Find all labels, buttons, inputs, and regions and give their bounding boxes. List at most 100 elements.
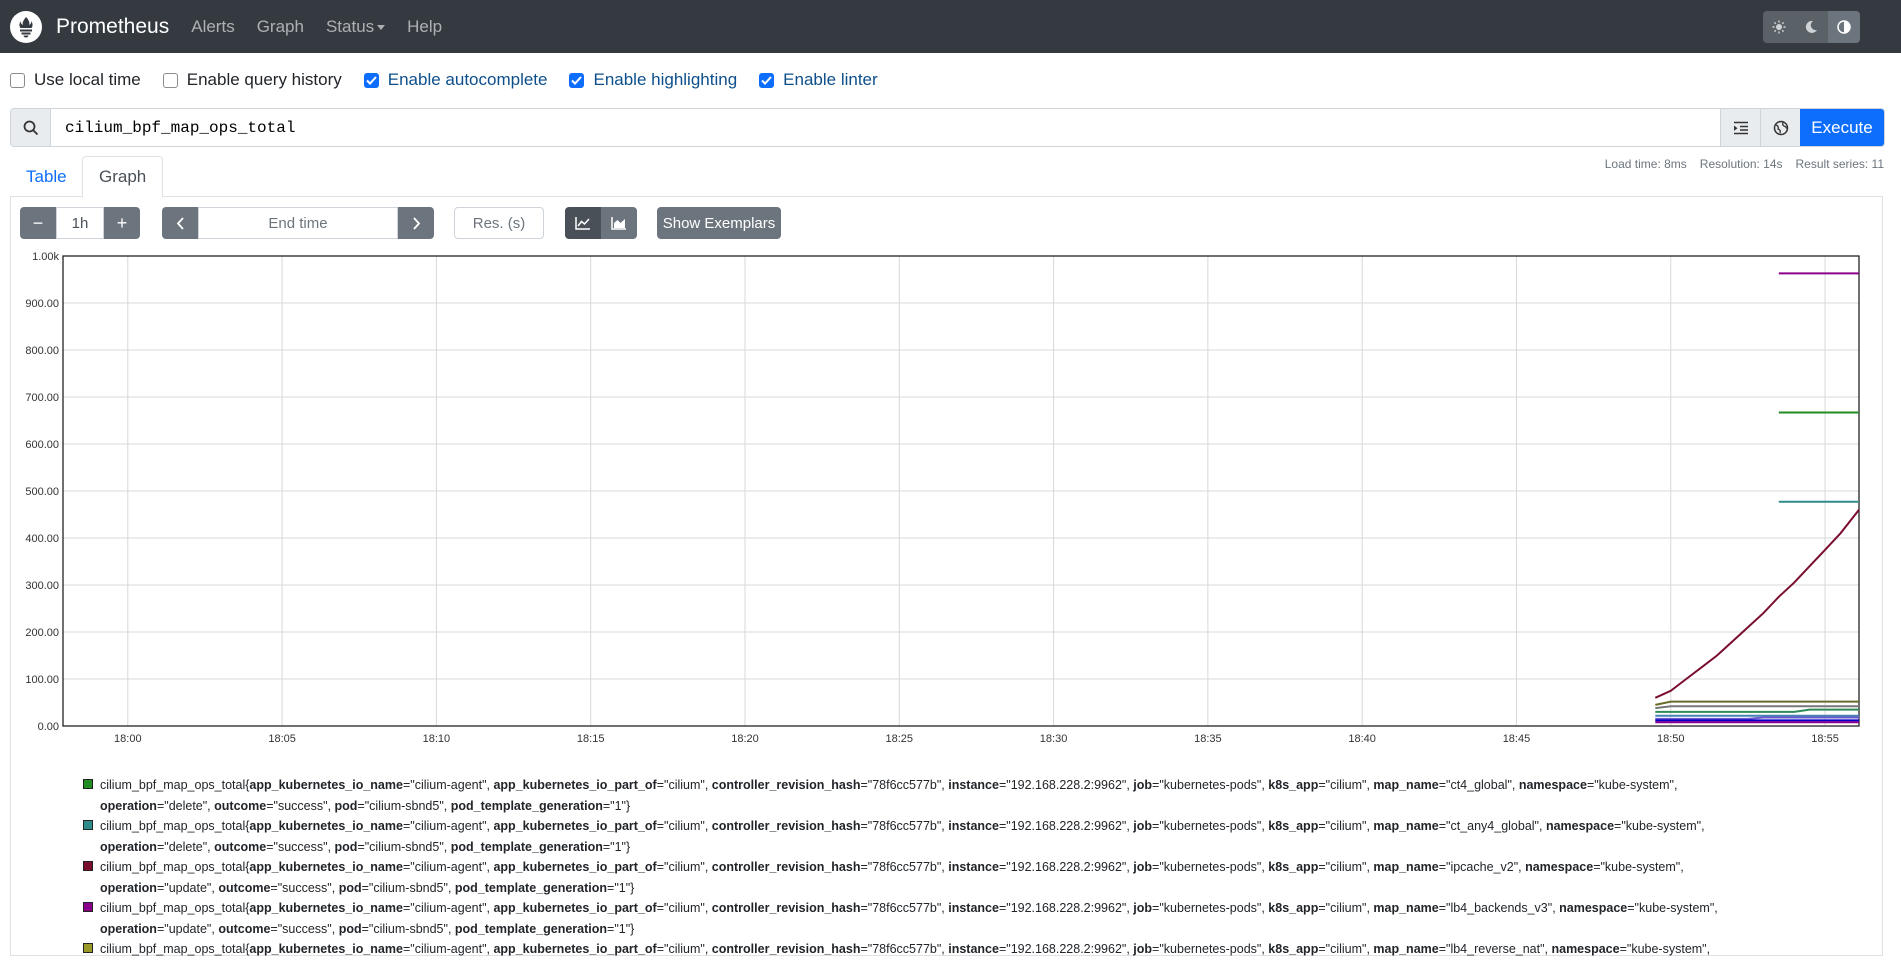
- legend-label-key: operation: [100, 839, 157, 854]
- x-tick-label: 18:35: [1194, 733, 1222, 745]
- legend-label-value: ="kubernetes-pods",: [1152, 778, 1269, 792]
- nav-alerts[interactable]: Alerts: [191, 17, 234, 37]
- execute-button[interactable]: Execute: [1800, 109, 1884, 146]
- nav-help[interactable]: Help: [407, 17, 442, 37]
- legend-label-key: pod: [338, 880, 362, 895]
- legend-label-value: ="cilium",: [1318, 901, 1374, 915]
- sun-icon: [1772, 20, 1786, 34]
- legend-label-key: operation: [100, 798, 157, 813]
- enable-highlighting-checkbox[interactable]: [569, 72, 585, 88]
- check-icon: [761, 75, 772, 85]
- legend-swatch: [83, 779, 93, 789]
- legend-swatch: [83, 943, 93, 953]
- enable-autocomplete-checkbox[interactable]: [363, 72, 379, 88]
- legend-label-value: ="success",: [270, 921, 339, 936]
- decrease-range-button[interactable]: −: [20, 207, 56, 239]
- legend-metric-name: cilium_bpf_map_ops_total{: [100, 860, 250, 874]
- legend-item[interactable]: cilium_bpf_map_ops_total{app_kubernetes_…: [83, 939, 1783, 960]
- show-exemplars-button[interactable]: Show Exemplars: [657, 207, 781, 239]
- legend-label-value: ="cilium-sbnd5",: [357, 798, 451, 813]
- legend-item[interactable]: cilium_bpf_map_ops_total{app_kubernetes_…: [83, 898, 1783, 939]
- light-theme-button[interactable]: [1763, 11, 1796, 43]
- legend-label-key: namespace: [1525, 860, 1594, 874]
- nav-graph[interactable]: Graph: [257, 17, 304, 37]
- legend-label-key: app_kubernetes_io_part_of: [493, 942, 657, 956]
- use-local-time-label: Use local time: [34, 70, 141, 89]
- format-expression-button[interactable]: [1720, 109, 1760, 146]
- legend-label-key: map_name: [1373, 778, 1439, 792]
- legend-label-value: ="kube-system",: [1586, 778, 1678, 792]
- moon-icon: [1806, 20, 1818, 33]
- nav-status-label: Status: [325, 16, 375, 36]
- check-icon: [366, 75, 377, 85]
- resolution-input[interactable]: Res. (s): [454, 207, 544, 239]
- legend-label-key: instance: [948, 942, 999, 956]
- legend-item[interactable]: cilium_bpf_map_ops_total{app_kubernetes_…: [83, 816, 1783, 857]
- area-chart-icon: [611, 217, 626, 230]
- check-icon: [571, 75, 583, 85]
- use-local-time-checkbox[interactable]: [10, 72, 25, 88]
- legend-label-value: ="ct_any4_global",: [1438, 819, 1546, 833]
- x-tick-label: 18:05: [268, 733, 296, 745]
- navbar: Prometheus Alerts Graph Status Help: [0, 0, 1901, 53]
- legend-label-key: instance: [948, 778, 999, 792]
- y-tick-label: 500.00: [25, 486, 59, 498]
- legend-label-key: app_kubernetes_io_name: [249, 942, 403, 956]
- legend-label-value: ="cilium-agent",: [402, 819, 494, 833]
- theme-toggle-group: [1763, 11, 1860, 43]
- legend-label-key: app_kubernetes_io_name: [249, 819, 403, 833]
- brand[interactable]: Prometheus: [10, 10, 169, 43]
- legend-metric-name: cilium_bpf_map_ops_total{: [100, 901, 250, 915]
- y-tick-label: 300.00: [25, 580, 59, 592]
- legend-label-key: controller_revision_hash: [711, 942, 861, 956]
- legend-item[interactable]: cilium_bpf_map_ops_total{app_kubernetes_…: [83, 775, 1783, 816]
- legend-label-key: app_kubernetes_io_name: [249, 860, 403, 874]
- legend-label-value: ="kubernetes-pods",: [1152, 901, 1269, 915]
- series-line: [1655, 705, 1859, 710]
- enable-linter-option[interactable]: Enable linter: [759, 70, 878, 90]
- tab-graph[interactable]: Graph: [82, 156, 164, 198]
- legend-label-value: ="78f6cc577b",: [860, 778, 949, 792]
- legend-label-value: ="cilium",: [1318, 860, 1374, 874]
- legend-label-value: ="update",: [156, 880, 219, 895]
- indent-icon: [1733, 121, 1748, 134]
- legend-label-value: ="cilium-agent",: [402, 901, 494, 915]
- next-time-button[interactable]: [398, 207, 434, 239]
- legend-label-key: map_name: [1373, 942, 1439, 956]
- tab-table[interactable]: Table: [10, 156, 83, 197]
- x-tick-label: 18:25: [886, 733, 914, 745]
- time-series-chart[interactable]: 0.00 100.00 200.00 300.00 400.00 500.00 600.00…: [0, 240, 1901, 760]
- line-chart-button[interactable]: [565, 207, 601, 239]
- legend-label-key: app_kubernetes_io_part_of: [493, 778, 657, 792]
- enable-query-history-checkbox[interactable]: [162, 72, 178, 88]
- metrics-explorer-button[interactable]: [1760, 109, 1800, 146]
- series-line: [1655, 700, 1859, 706]
- contrast-icon: [1837, 20, 1851, 34]
- legend-label-key: namespace: [1551, 942, 1620, 956]
- range-input[interactable]: 1h: [56, 207, 104, 239]
- legend-swatch: [83, 820, 93, 830]
- legend-label-value: ="delete",: [156, 798, 215, 813]
- legend-label-key: app_kubernetes_io_part_of: [493, 860, 657, 874]
- end-time-input[interactable]: End time: [198, 207, 398, 239]
- legend-label-key: app_kubernetes_io_part_of: [493, 819, 657, 833]
- dark-theme-button[interactable]: [1795, 11, 1828, 43]
- increase-range-button[interactable]: +: [104, 207, 140, 239]
- auto-theme-button[interactable]: [1827, 11, 1860, 43]
- legend-item[interactable]: cilium_bpf_map_ops_total{app_kubernetes_…: [83, 857, 1783, 898]
- y-tick-label: 900.00: [25, 298, 59, 310]
- enable-linter-checkbox[interactable]: [759, 72, 775, 88]
- legend-swatch: [83, 861, 93, 871]
- enable-autocomplete-option[interactable]: Enable autocomplete: [363, 70, 547, 90]
- legend-label-key: app_kubernetes_io_name: [249, 901, 403, 915]
- enable-query-history-option[interactable]: Enable query history: [162, 70, 342, 90]
- use-local-time-option[interactable]: Use local time: [10, 70, 141, 90]
- legend-label-value: ="cilium",: [1318, 778, 1374, 792]
- previous-time-button[interactable]: [162, 207, 198, 239]
- nav-status[interactable]: Status: [325, 16, 386, 37]
- legend-label-value: ="success",: [266, 839, 335, 854]
- expression-input[interactable]: cilium_bpf_map_ops_total: [51, 109, 1720, 146]
- enable-highlighting-option[interactable]: Enable highlighting: [569, 70, 737, 90]
- stacked-chart-button[interactable]: [601, 207, 637, 239]
- x-tick-label: 18:30: [1040, 733, 1068, 745]
